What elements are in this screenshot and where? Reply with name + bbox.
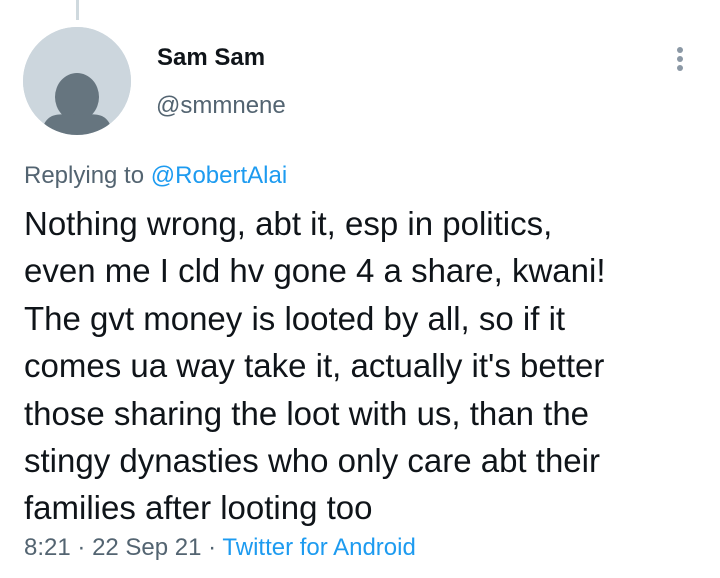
- default-avatar-icon: [23, 27, 131, 135]
- more-options-button[interactable]: [664, 40, 696, 80]
- tweet-text-line: families after looting too: [24, 489, 373, 527]
- author-display-name[interactable]: Sam Sam: [157, 44, 265, 72]
- tweet-text-line: Nothing wrong, abt it, esp in politics,: [24, 205, 553, 242]
- meta-separator: ·: [77, 534, 86, 561]
- tweet-text-line: comes ua way take it, actually it's bett…: [24, 347, 605, 385]
- author-handle[interactable]: @smmnene: [156, 92, 286, 120]
- tweet-meta: 8:21 · 22 Sep 21 · Twitter for Android: [24, 534, 416, 562]
- tweet-time[interactable]: 8:21: [24, 534, 71, 561]
- tweet-date[interactable]: 22 Sep 21: [92, 534, 201, 561]
- replying-to: Replying to @RobertAlai: [24, 162, 287, 190]
- more-dots-vertical-icon: [677, 47, 683, 71]
- reply-mention-link[interactable]: @RobertAlai: [151, 162, 287, 189]
- tweet-text-line: even me I cld hv gone 4 a share, kwani!: [24, 252, 606, 290]
- avatar[interactable]: [23, 27, 131, 135]
- replying-to-label: Replying to: [24, 162, 145, 189]
- tweet-text: Nothing wrong, abt it, esp in politics, …: [24, 200, 704, 532]
- tweet-text-line: stingy dynasties who only care abt their: [24, 442, 600, 480]
- thread-connector-line: [76, 0, 79, 20]
- tweet-source-link[interactable]: Twitter for Android: [222, 534, 415, 561]
- meta-separator: ·: [208, 534, 217, 561]
- tweet-text-line: The gvt money is looted by all, so if it: [24, 299, 566, 337]
- tweet-text-line: those sharing the loot with us, than the: [24, 394, 590, 432]
